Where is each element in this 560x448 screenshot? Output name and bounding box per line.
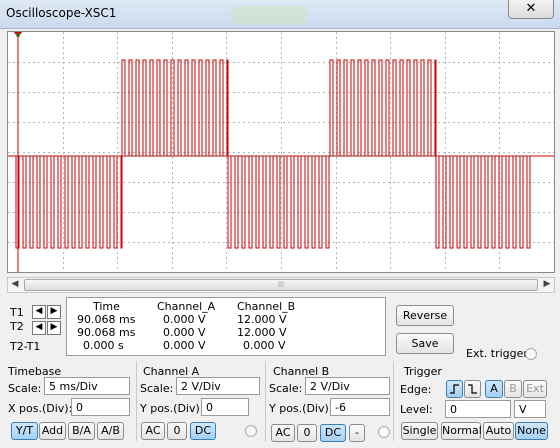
mode-yt-button[interactable]: Y/T (11, 422, 38, 440)
trigger-level-unit[interactable]: V (514, 400, 546, 418)
falling-edge-button[interactable] (464, 380, 481, 398)
channel-a-zero-button[interactable]: 0 (167, 422, 187, 440)
title-bar: Oscilloscope-XSC1 ✕ (0, 0, 560, 29)
channel-b-ac-button[interactable]: AC (271, 424, 295, 442)
t1-label: T1 (10, 306, 24, 319)
t1-left-arrow-icon[interactable]: ◀ (32, 305, 46, 319)
channel-b-color-radio[interactable] (378, 426, 390, 438)
channel-a-dc-button[interactable]: DC (190, 422, 216, 440)
measurement-readout: Time Channel_A Channel_B 90.068 ms 0.000… (66, 297, 386, 356)
channel-b-invert-button[interactable]: - (349, 424, 365, 442)
channel-b-zero-button[interactable]: 0 (297, 424, 317, 442)
trigger-source-a-button[interactable]: A (485, 380, 503, 398)
waveform-plot (8, 32, 554, 272)
t1-time: 90.068 ms (77, 313, 136, 326)
channel-b-ypos-label: Y pos.(Div): (269, 402, 333, 415)
rising-edge-button[interactable] (446, 380, 463, 398)
ext-trigger-radio[interactable] (525, 348, 537, 360)
channel-b-ypos-field[interactable]: -6 (330, 398, 390, 416)
t2-channel-a: 0.000 V (163, 326, 206, 339)
trigger-level-field[interactable]: 0 (445, 400, 511, 418)
timebase-scale-field[interactable]: 5 ms/Div (44, 377, 130, 395)
trigger-level-label: Level: (400, 403, 433, 416)
t2-channel-b: 12.000 V (237, 326, 287, 339)
channel-a-color-radio[interactable] (245, 425, 257, 437)
scroll-thumb[interactable]: ||| (24, 279, 538, 291)
t1-right-arrow-icon[interactable]: ▶ (47, 305, 61, 319)
rising-edge-icon (450, 384, 459, 394)
falling-edge-icon (468, 384, 477, 394)
t2-label: T2 (10, 320, 24, 333)
header-time: Time (93, 300, 120, 313)
header-channel-b: Channel_B (237, 300, 296, 313)
timebase-xpos-label: X pos.(Div): (8, 402, 73, 415)
grid (8, 32, 554, 272)
trigger-title: Trigger (404, 365, 442, 378)
save-button[interactable]: Save (396, 333, 454, 354)
reverse-button[interactable]: Reverse (396, 305, 454, 326)
divider (265, 361, 266, 441)
timebase-scale-label: Scale: (8, 382, 42, 395)
channel-b-dc-button[interactable]: DC (320, 424, 346, 442)
scope-screen (7, 31, 555, 273)
divider (136, 361, 137, 441)
delta-time: 0.000 s (83, 339, 124, 352)
scroll-right-icon[interactable]: ▶ (541, 279, 553, 290)
channel-b-scale-field[interactable]: 2 V/Div (305, 377, 390, 395)
close-button[interactable]: ✕ (508, 0, 554, 19)
channel-b-scale-label: Scale: (269, 382, 303, 395)
channel-a-scale-field[interactable]: 2 V/Div (176, 377, 260, 395)
mode-ab-button[interactable]: A/B (97, 422, 124, 440)
channel-a-ypos-field[interactable]: 0 (201, 398, 249, 416)
channel-a-scale-label: Scale: (140, 382, 174, 395)
t2-time: 90.068 ms (77, 326, 136, 339)
header-channel-a: Channel_A (157, 300, 216, 313)
trigger-edge-label: Edge: (400, 383, 432, 396)
mode-add-button[interactable]: Add (39, 422, 66, 440)
horizontal-scrollbar[interactable]: ◀ ||| ▶ (7, 277, 555, 293)
t2-right-arrow-icon[interactable]: ▶ (47, 321, 61, 335)
trigger-none-button[interactable]: None (515, 422, 548, 440)
trigger-auto-button[interactable]: Auto (483, 422, 514, 440)
trigger-normal-button[interactable]: Normal (441, 422, 482, 440)
t1-channel-b: 12.000 V (237, 313, 287, 326)
trigger-source-b-button[interactable]: B (504, 380, 522, 398)
channel-a-ac-button[interactable]: AC (141, 422, 165, 440)
scroll-left-icon[interactable]: ◀ (9, 279, 21, 290)
t2t1-label: T2-T1 (10, 340, 41, 353)
delta-channel-b: 0.000 V (243, 339, 286, 352)
trigger-single-button[interactable]: Single (401, 422, 438, 440)
timebase-xpos-field[interactable]: 0 (71, 398, 130, 416)
ext-trigger-label: Ext. trigger (466, 347, 528, 360)
t2-left-arrow-icon[interactable]: ◀ (32, 321, 46, 335)
window-title: Oscilloscope-XSC1 (6, 6, 117, 20)
divider (393, 361, 394, 441)
mode-ba-button[interactable]: B/A (68, 422, 95, 440)
t1-channel-a: 0.000 V (163, 313, 206, 326)
delta-channel-a: 0.000 V (163, 339, 206, 352)
blurred-toolbar-image (232, 6, 306, 24)
channel-a-ypos-label: Y pos.(Div): (140, 402, 204, 415)
trigger-source-ext-button[interactable]: Ext (523, 380, 547, 398)
